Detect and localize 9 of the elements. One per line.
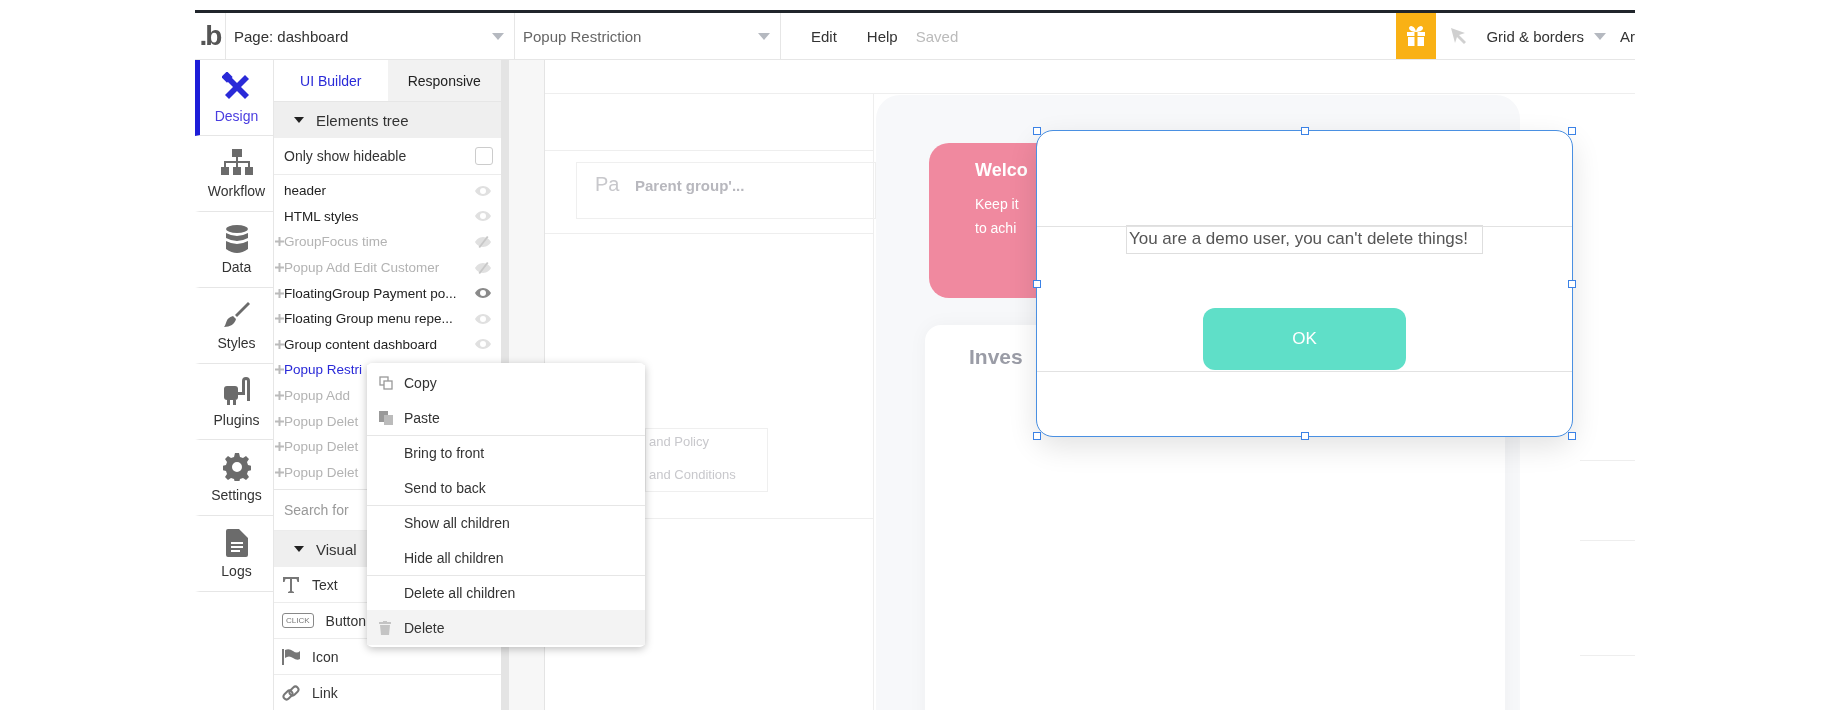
save-status: Saved [915,27,959,45]
section-title: Inves [969,345,1023,369]
button-icon: CLICK [282,613,314,629]
checkbox-label: Only show hideable [284,148,407,164]
group-label: Parent group'... [635,177,745,194]
banner-title: Welco [975,160,1028,181]
popup-message: You are a demo user, you can't delete things! [1125,225,1484,254]
banner-text: to achi [975,220,1017,236]
banner-text: Keep it [975,196,1019,212]
